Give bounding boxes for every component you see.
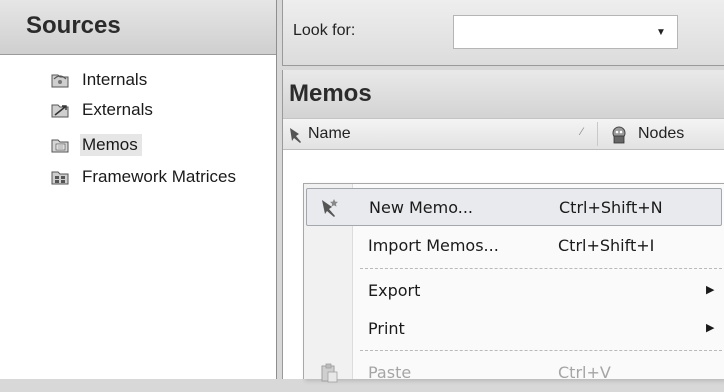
tree-item-externals[interactable]: Externals bbox=[50, 98, 157, 122]
memos-header: Memos bbox=[283, 70, 724, 118]
new-memo-icon bbox=[322, 199, 338, 217]
externals-folder-icon bbox=[51, 104, 69, 118]
column-divider[interactable] bbox=[597, 122, 598, 146]
menu-item-shortcut: Ctrl+Shift+N bbox=[559, 198, 663, 217]
menu-item-export[interactable]: Export ▶ bbox=[306, 272, 722, 310]
context-menu: New Memo... Ctrl+Shift+N Import Memos...… bbox=[303, 183, 724, 383]
memos-folder-icon bbox=[51, 139, 69, 153]
menu-item-paste[interactable]: Paste Ctrl+V bbox=[306, 354, 722, 392]
tree-item-label: Internals bbox=[82, 70, 148, 89]
menu-item-new-memo[interactable]: New Memo... Ctrl+Shift+N bbox=[306, 188, 722, 226]
framework-matrices-icon bbox=[51, 171, 69, 185]
memos-title: Memos bbox=[289, 80, 372, 107]
paste-icon bbox=[321, 363, 338, 383]
tree-item-memos[interactable]: Memos bbox=[50, 133, 142, 157]
menu-item-shortcut: Ctrl+Shift+I bbox=[558, 236, 655, 255]
sources-pane: Sources Internals Externals Memos Framew… bbox=[0, 0, 277, 379]
sources-title: Sources bbox=[26, 12, 121, 39]
dropdown-arrow-icon[interactable]: ▼ bbox=[645, 16, 677, 48]
name-pin-icon bbox=[290, 128, 301, 143]
tree-item-framework-matrices[interactable]: Framework Matrices bbox=[50, 165, 240, 189]
tree-item-label: Externals bbox=[82, 100, 153, 119]
tree-item-label: Framework Matrices bbox=[82, 167, 236, 186]
submenu-arrow-icon: ▶ bbox=[706, 321, 715, 334]
column-header-nodes[interactable]: Nodes bbox=[638, 125, 684, 143]
menu-item-import-memos[interactable]: Import Memos... Ctrl+Shift+I bbox=[306, 227, 722, 265]
menu-item-label: Export bbox=[368, 281, 421, 300]
internals-folder-icon bbox=[51, 74, 69, 88]
submenu-arrow-icon: ▶ bbox=[706, 283, 715, 296]
column-header-row: Name ⁄ Nodes bbox=[283, 118, 724, 150]
menu-item-label: Paste bbox=[368, 363, 412, 382]
menu-item-print[interactable]: Print ▶ bbox=[306, 310, 722, 348]
tree-item-label: Memos bbox=[80, 134, 142, 156]
menu-item-label: Print bbox=[368, 319, 405, 338]
menu-item-label: New Memo... bbox=[369, 198, 473, 217]
find-bar: Look for: ▼ bbox=[282, 0, 724, 66]
sources-header: Sources bbox=[0, 0, 276, 55]
column-header-name[interactable]: Name bbox=[308, 125, 351, 143]
look-for-label: Look for: bbox=[293, 22, 356, 39]
tree-item-internals[interactable]: Internals bbox=[50, 68, 151, 92]
menu-separator bbox=[360, 268, 722, 269]
menu-item-shortcut: Ctrl+V bbox=[558, 363, 611, 382]
nodes-icon bbox=[612, 126, 626, 144]
sort-indicator-icon: ⁄ bbox=[581, 126, 583, 138]
menu-separator bbox=[360, 350, 722, 351]
menu-item-label: Import Memos... bbox=[368, 236, 499, 255]
